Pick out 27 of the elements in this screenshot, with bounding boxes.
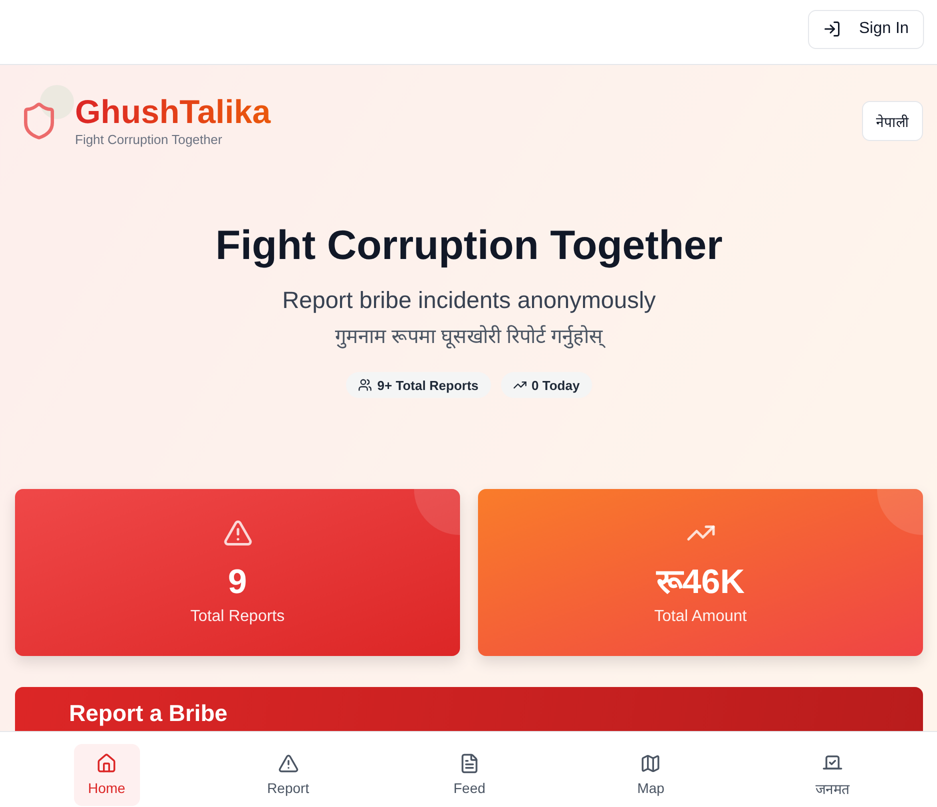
map-icon — [640, 753, 662, 774]
warning-icon — [278, 753, 299, 774]
home-icon — [96, 753, 118, 774]
hero-title: Fight Corruption Together — [215, 221, 723, 269]
hero-subtitle-nepali: गुमनाम रूपमा घूसखोरी रिपोर्ट गर्नुहोस् — [334, 324, 604, 350]
users-icon — [358, 378, 372, 392]
nav-tab[interactable]: Report — [255, 744, 322, 806]
stat-value: 9 — [228, 562, 247, 602]
nav-tab[interactable]: Home — [74, 744, 140, 806]
document-icon — [458, 753, 480, 774]
nav-tab[interactable]: Map — [618, 744, 684, 806]
stat-label: Total Amount — [654, 607, 747, 627]
sign-in-icon — [823, 20, 841, 38]
stat-label: Total Reports — [190, 607, 285, 627]
stat-badge: 0 Today — [500, 372, 592, 398]
sign-in-button[interactable]: Sign In — [808, 10, 924, 48]
hero-subtitle: Report bribe incidents anonymously — [282, 286, 656, 315]
report-bribe-card[interactable]: Report a Bribe — [15, 687, 923, 731]
report-card-title: Report a Bribe — [69, 700, 228, 727]
brand-tagline: Fight Corruption Together — [75, 131, 224, 149]
nav-tab[interactable]: जनमत — [799, 744, 866, 806]
decorative-circle — [40, 85, 74, 119]
nav-tab[interactable]: Feed — [436, 744, 502, 806]
stat-value: रू46K — [656, 562, 745, 602]
language-button[interactable]: नेपाली — [862, 101, 923, 141]
stat-badge: 9+ Total Reports — [346, 372, 491, 398]
warning-icon — [222, 518, 252, 548]
